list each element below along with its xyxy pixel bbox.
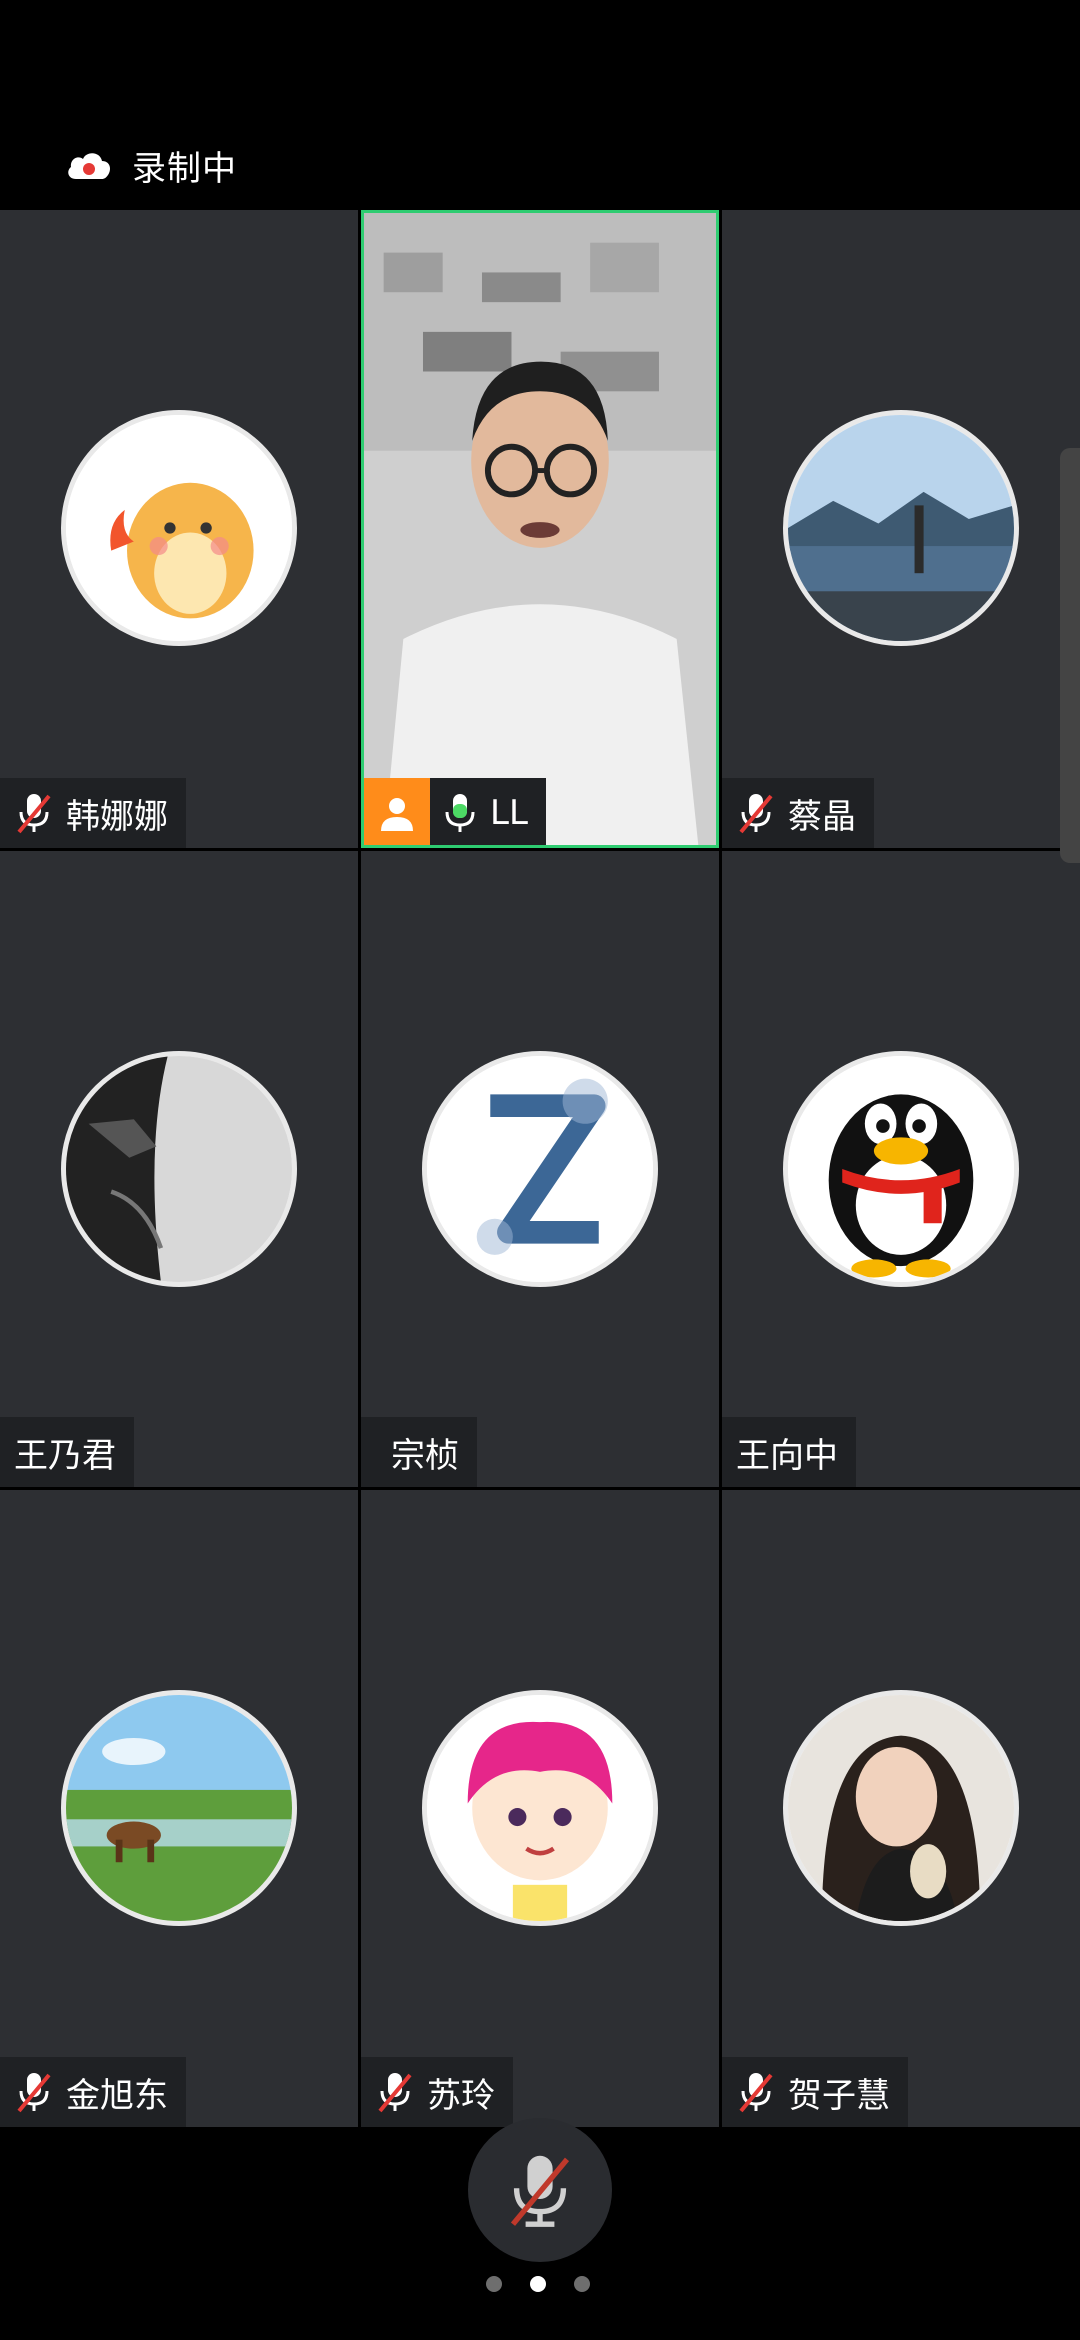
meadow-deer-avatar	[61, 1690, 297, 1926]
mic-muted-icon	[739, 2073, 773, 2113]
participant-name: LL	[490, 793, 528, 833]
cloud-record-icon	[68, 153, 110, 179]
participant-name: 宗桢	[391, 1435, 459, 1476]
page-dot[interactable]	[486, 2276, 502, 2292]
participant-tile[interactable]: 韩娜娜	[0, 210, 358, 848]
name-bar: 金旭东	[0, 2057, 186, 2127]
page-dot[interactable]	[574, 2276, 590, 2292]
mic-muted-icon	[378, 2073, 412, 2113]
recording-label: 录制中	[132, 148, 237, 189]
person-icon	[381, 798, 413, 831]
video-feed	[364, 213, 716, 845]
participant-tile[interactable]: 王向中	[722, 851, 1080, 1487]
name-bar: 贺子慧	[722, 2057, 908, 2127]
mic-muted-icon	[17, 794, 51, 834]
participant-name: 蔡晶	[788, 796, 856, 837]
recording-indicator[interactable]: 录制中	[64, 140, 237, 190]
mute-toggle-button[interactable]	[468, 2118, 612, 2262]
name-bar: 苏玲	[361, 2057, 513, 2127]
penguin-avatar	[783, 1051, 1019, 1287]
participant-tile[interactable]: 王乃君	[0, 851, 358, 1487]
batman-avatar	[61, 1051, 297, 1287]
letter-z-avatar	[422, 1051, 658, 1287]
girl-photo-avatar	[783, 1690, 1019, 1926]
name-bar: 王向中	[722, 1417, 856, 1487]
participant-name: 金旭东	[66, 2075, 168, 2116]
name-bar: 王乃君	[0, 1417, 134, 1487]
name-bar: LL	[364, 778, 546, 845]
name-bar: 宗桢	[361, 1417, 477, 1487]
participant-name: 韩娜娜	[66, 796, 168, 837]
active-speaker-tile[interactable]: LL	[361, 210, 719, 848]
page-indicator[interactable]	[486, 2276, 590, 2292]
yellow-dino-avatar	[61, 410, 297, 646]
mic-muted-icon	[510, 2155, 570, 2227]
participant-tile[interactable]: 金旭东	[0, 1490, 358, 2127]
participant-tile[interactable]: 贺子慧	[722, 1490, 1080, 2127]
mic-active-icon	[445, 794, 475, 832]
cartoon-girl-avatar	[422, 1690, 658, 1926]
name-bar: 韩娜娜	[0, 778, 186, 848]
participant-grid: 韩娜娜 LL 蔡晶 王乃君 宗桢 王向中 金旭东 苏玲 贺子慧	[0, 210, 1080, 2127]
participant-name: 贺子慧	[788, 2075, 890, 2116]
mic-muted-icon	[17, 2073, 51, 2113]
participant-tile[interactable]: 苏玲	[361, 1490, 719, 2127]
participant-name: 王向中	[736, 1435, 838, 1476]
page-dot-active[interactable]	[530, 2276, 546, 2292]
participant-name: 王乃君	[14, 1435, 116, 1476]
participant-tile[interactable]: 蔡晶	[722, 210, 1080, 848]
scrollbar[interactable]	[1060, 448, 1080, 863]
name-bar: 蔡晶	[722, 778, 874, 848]
participant-tile[interactable]: 宗桢	[361, 851, 719, 1487]
mic-muted-icon	[739, 794, 773, 834]
host-badge	[364, 778, 430, 845]
lake-landscape-avatar	[783, 410, 1019, 646]
top-bar: 录制中	[0, 0, 1080, 210]
participant-name: 苏玲	[427, 2075, 495, 2116]
